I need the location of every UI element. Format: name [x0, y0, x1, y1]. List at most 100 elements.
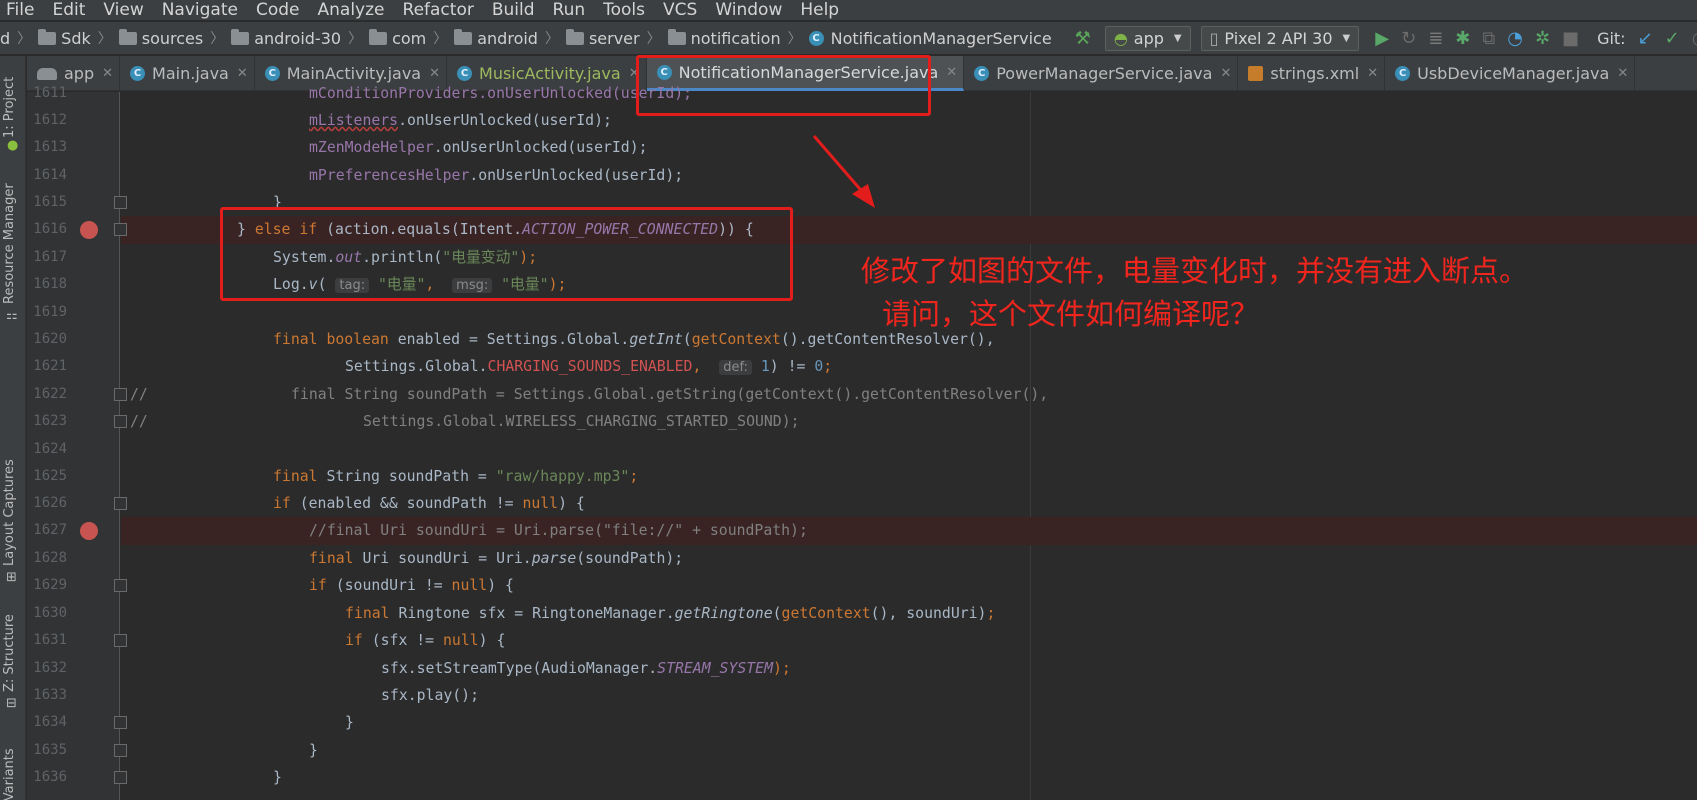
- git-commit-icon[interactable]: ✓: [1665, 28, 1680, 49]
- hammer-icon[interactable]: ⚒: [1075, 28, 1091, 49]
- chevron-right-icon: 〉: [544, 31, 559, 47]
- fold-marker-icon[interactable]: [114, 771, 127, 784]
- menu-code[interactable]: Code: [256, 0, 300, 20]
- code-token: enabled = Settings.Global.: [388, 331, 630, 348]
- breadcrumb-lead[interactable]: d: [0, 29, 10, 48]
- structure-icon: ⊟: [6, 696, 17, 711]
- menu-file[interactable]: File: [6, 0, 34, 20]
- breadcrumb-sdk[interactable]: Sdk: [38, 28, 91, 48]
- line-number: 1615: [33, 194, 67, 210]
- code-token: ) {: [487, 577, 514, 594]
- code-token: sfx.setStreamType(AudioManager.: [381, 660, 658, 677]
- tab-main-java[interactable]: C Main.java ✕: [120, 56, 255, 91]
- close-icon[interactable]: ✕: [237, 66, 248, 81]
- code-line-1622: final String soundPath = Settings.Global…: [291, 386, 1049, 403]
- code-line-1621: Settings.Global.CHARGING_SOUNDS_ENABLED,…: [345, 353, 832, 382]
- menu-help[interactable]: Help: [800, 0, 839, 20]
- git-label: Git:: [1597, 28, 1626, 48]
- close-icon[interactable]: ✕: [1220, 66, 1231, 81]
- code-token: ;: [823, 358, 833, 375]
- code-token: getContext: [691, 331, 781, 348]
- menu-edit[interactable]: Edit: [52, 0, 85, 20]
- layout-captures-tool-button[interactable]: Layout Captures: [2, 459, 17, 566]
- run-config-select[interactable]: ◓ app ▼: [1104, 25, 1191, 51]
- breakpoint-icon[interactable]: [80, 522, 98, 540]
- code-token: .onUserUnlocked(userId);: [433, 139, 648, 156]
- close-icon[interactable]: ✕: [1617, 66, 1628, 81]
- fold-marker-icon[interactable]: [114, 497, 127, 510]
- fold-marker-icon[interactable]: [114, 196, 127, 209]
- chevron-right-icon: 〉: [210, 31, 225, 47]
- menu-window[interactable]: Window: [715, 0, 782, 20]
- rerun-icon[interactable]: ↻: [1401, 28, 1416, 49]
- fold-marker-icon[interactable]: [114, 744, 127, 757]
- run-icon[interactable]: ▶: [1375, 28, 1389, 49]
- breadcrumb-com[interactable]: com: [369, 28, 426, 48]
- tab-strings-xml[interactable]: strings.xml ✕: [1238, 56, 1386, 91]
- git-update-icon[interactable]: ↙: [1638, 28, 1653, 49]
- code-line-1626: if (enabled && soundPath != null) {: [273, 490, 585, 518]
- android-icon: [37, 67, 57, 80]
- attach-debugger-icon[interactable]: ⧉: [1482, 28, 1495, 49]
- folder-icon: [454, 28, 473, 45]
- structure-tool-button[interactable]: Z: Structure: [2, 614, 17, 692]
- code-token: final: [273, 468, 318, 485]
- fold-marker-icon[interactable]: [114, 223, 127, 236]
- menu-analyze[interactable]: Analyze: [318, 0, 385, 20]
- menu-tools[interactable]: Tools: [603, 0, 645, 20]
- folder-icon: [565, 28, 584, 45]
- close-icon[interactable]: ✕: [1367, 66, 1378, 81]
- breadcrumb-sources[interactable]: sources: [118, 28, 203, 48]
- menu-refactor[interactable]: Refactor: [403, 0, 474, 20]
- line-number: 1632: [33, 660, 67, 676]
- menu-vcs[interactable]: VCS: [663, 0, 697, 20]
- annotation-text-line-1: 修改了如图的文件，电量变化时，并没有进入断点。: [861, 254, 1529, 288]
- tab-power-manager-service[interactable]: C PowerManagerService.java ✕: [964, 56, 1239, 91]
- param-hint: def:: [719, 360, 752, 375]
- close-icon[interactable]: ✕: [102, 66, 113, 81]
- close-icon[interactable]: ✕: [946, 65, 957, 80]
- tab-usb-device-manager[interactable]: C UsbDeviceManager.java ✕: [1385, 56, 1636, 91]
- device-select[interactable]: ▯ Pixel 2 API 30 ▼: [1200, 25, 1360, 51]
- menu-build[interactable]: Build: [492, 0, 535, 20]
- line-number: 1614: [33, 167, 67, 183]
- tab-label: strings.xml: [1270, 64, 1360, 83]
- stop-icon[interactable]: ■: [1562, 28, 1579, 49]
- breadcrumb-notification[interactable]: notification: [667, 28, 781, 48]
- breadcrumb-android[interactable]: android: [454, 28, 538, 48]
- fold-marker-icon[interactable]: [114, 388, 127, 401]
- java-class-icon: C: [130, 66, 146, 81]
- resource-manager-tool-button[interactable]: Resource Manager: [2, 183, 17, 304]
- right-margin-guide: [1030, 92, 1031, 800]
- tool-window-strip: 1: Project ● Resource Manager ⚏ Layout C…: [0, 56, 26, 800]
- fold-marker-icon[interactable]: [114, 634, 127, 647]
- menu-view[interactable]: View: [103, 0, 143, 20]
- code-token: if: [309, 577, 327, 594]
- menu-navigate[interactable]: Navigate: [162, 0, 238, 20]
- breakpoint-icon[interactable]: [80, 221, 98, 239]
- java-class-icon: C: [808, 30, 824, 46]
- project-tool-button[interactable]: 1: Project: [2, 77, 17, 138]
- debug-icon[interactable]: ✱: [1455, 28, 1470, 49]
- breadcrumb-android-30[interactable]: android-30: [231, 28, 341, 48]
- code-token: ) {: [558, 495, 585, 512]
- tab-label: Main.java: [152, 64, 229, 83]
- line-number: 1618: [33, 276, 67, 292]
- line-number: 1617: [33, 249, 67, 265]
- fold-marker-icon[interactable]: [114, 716, 127, 729]
- code-line-1612: mListeners.onUserUnlocked(userId);: [309, 107, 612, 135]
- code-editor[interactable]: [121, 92, 1697, 800]
- profiler-icon[interactable]: ◔: [1507, 28, 1523, 49]
- coverage-icon[interactable]: ✲: [1535, 28, 1550, 49]
- breadcrumb-file[interactable]: C NotificationManagerService: [808, 29, 1052, 48]
- menu-run[interactable]: Run: [553, 0, 586, 20]
- build-variants-tool-button[interactable]: Build Variants: [2, 748, 17, 800]
- fold-marker-icon[interactable]: [114, 579, 127, 592]
- code-token: (sfx !=: [362, 632, 444, 649]
- apply-changes-icon[interactable]: ≣: [1428, 28, 1443, 49]
- fold-marker-icon[interactable]: [114, 415, 127, 428]
- close-icon[interactable]: ✕: [429, 66, 440, 81]
- git-history-icon[interactable]: ◷: [1692, 28, 1697, 49]
- breadcrumb-server[interactable]: server: [565, 28, 640, 48]
- code-token: Ringtone sfx = RingtoneManager.: [389, 605, 675, 622]
